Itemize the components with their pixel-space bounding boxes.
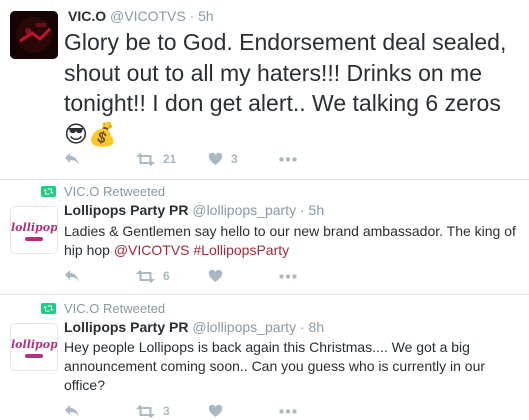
retweet-button[interactable]: 21 (136, 150, 176, 168)
retweet-count: 3 (163, 404, 170, 418)
separator: · (299, 319, 305, 335)
tweet[interactable]: VIC.O @VICOTVS · 5h Glory be to God. End… (0, 0, 529, 179)
retweet-button[interactable]: 3 (136, 402, 170, 420)
avatar-logo: lollipops (11, 221, 57, 234)
avatar[interactable] (10, 11, 58, 59)
avatar[interactable]: lollipops (10, 323, 58, 371)
timestamp[interactable]: 5h (198, 8, 214, 24)
tweet-text: Hey people Lollipops is back again this … (64, 338, 526, 395)
display-name[interactable]: VIC.O (68, 8, 106, 24)
tweet-text: Ladies & Gentlemen say hello to our new … (64, 222, 526, 260)
more-button[interactable] (279, 267, 297, 285)
like-button[interactable]: 3 (208, 150, 238, 168)
tweet-header: Lollipops Party PR @lollipops_party · 5h (64, 202, 324, 218)
emoji: 😎💰 (64, 120, 117, 147)
like-count: 3 (231, 152, 238, 166)
tweet-actions: 3 (64, 402, 364, 420)
heart-icon (208, 152, 223, 165)
more-button[interactable] (279, 402, 297, 420)
retweet-count: 6 (163, 269, 170, 283)
tweet-text: Glory be to God. Endorsement deal sealed… (64, 27, 526, 149)
tweet[interactable]: VIC.O Retweeted lollipops Lollipops Part… (0, 180, 529, 294)
retweet-count: 21 (163, 152, 177, 166)
reply-button[interactable] (64, 150, 80, 168)
reply-icon (65, 405, 79, 417)
avatar[interactable]: lollipops (10, 206, 58, 254)
display-name[interactable]: Lollipops Party PR (64, 202, 188, 218)
retweeted-icon (41, 186, 56, 197)
tweet-actions: 6 (64, 267, 364, 285)
avatar-logo-bar (25, 354, 43, 358)
reply-button[interactable] (64, 267, 80, 285)
more-icon (279, 156, 297, 162)
avatar-logo-text: lollipops (11, 338, 58, 351)
retweet-icon (136, 404, 155, 418)
reply-icon (65, 153, 79, 165)
tweet-text-body: Glory be to God. Endorsement deal sealed… (64, 29, 507, 116)
more-icon (279, 273, 297, 279)
retweet-context: VIC.O Retweeted (41, 184, 165, 199)
avatar-logo: lollipops (11, 338, 57, 351)
timestamp[interactable]: 5h (309, 202, 325, 218)
avatar-image (10, 11, 58, 59)
tweet-actions: 21 3 (64, 150, 364, 168)
heart-icon (208, 404, 223, 417)
retweeted-icon (41, 303, 56, 314)
retweet-button[interactable]: 6 (136, 267, 170, 285)
reply-button[interactable] (64, 402, 80, 420)
more-button[interactable] (279, 150, 297, 168)
mention-link[interactable]: @VICOTVS (114, 242, 190, 258)
retweet-context: VIC.O Retweeted (41, 301, 165, 316)
handle[interactable]: @VICOTVS (110, 8, 186, 24)
retweet-icon (136, 269, 155, 283)
retweet-context-text[interactable]: VIC.O Retweeted (64, 301, 165, 316)
display-name[interactable]: Lollipops Party PR (64, 319, 188, 335)
handle[interactable]: @lollipops_party (192, 202, 296, 218)
handle[interactable]: @lollipops_party (192, 319, 296, 335)
reply-icon (65, 270, 79, 282)
heart-icon (208, 269, 223, 282)
like-button[interactable] (208, 402, 223, 420)
tweet-header: VIC.O @VICOTVS · 5h (68, 8, 214, 24)
separator: · (189, 8, 195, 24)
hashtag-link[interactable]: #LollipopsParty (193, 242, 289, 258)
timestamp[interactable]: 8h (309, 319, 325, 335)
avatar-logo-bar (25, 237, 43, 241)
separator: · (299, 202, 305, 218)
tweet-text-body: Hey people Lollipops is back again this … (64, 339, 486, 393)
tweet-header: Lollipops Party PR @lollipops_party · 8h (64, 319, 324, 335)
retweet-icon (136, 152, 155, 166)
like-button[interactable] (208, 267, 223, 285)
avatar-logo-text: lollipops (11, 221, 58, 234)
more-icon (279, 408, 297, 414)
retweet-context-text[interactable]: VIC.O Retweeted (64, 184, 165, 199)
tweet[interactable]: VIC.O Retweeted lollipops Lollipops Part… (0, 295, 529, 418)
